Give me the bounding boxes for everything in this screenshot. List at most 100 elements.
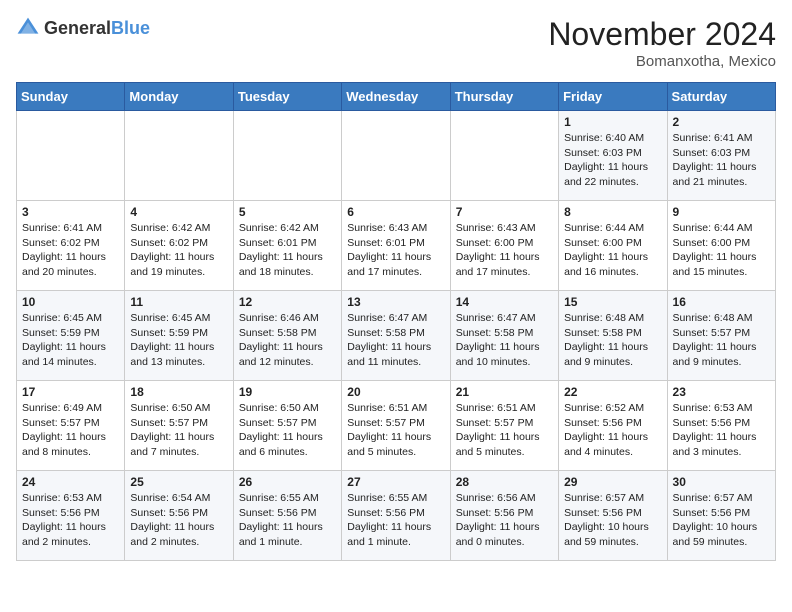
day-number: 9	[673, 205, 770, 219]
day-number: 20	[347, 385, 444, 399]
weekday-header-saturday: Saturday	[667, 83, 775, 111]
day-info: Sunrise: 6:50 AM Sunset: 5:57 PM Dayligh…	[130, 401, 227, 460]
day-info: Sunrise: 6:53 AM Sunset: 5:56 PM Dayligh…	[22, 491, 119, 550]
weekday-header-sunday: Sunday	[17, 83, 125, 111]
calendar-cell: 5Sunrise: 6:42 AM Sunset: 6:01 PM Daylig…	[233, 201, 341, 291]
calendar-cell: 9 Sunrise: 6:44 AM Sunset: 6:00 PM Daylig…	[667, 201, 775, 291]
day-number: 22	[564, 385, 661, 399]
weekday-header-thursday: Thursday	[450, 83, 558, 111]
day-number: 1	[564, 115, 661, 129]
calendar-cell: 15Sunrise: 6:48 AM Sunset: 5:58 PM Dayli…	[559, 291, 667, 381]
calendar-cell	[17, 111, 125, 201]
day-number: 12	[239, 295, 336, 309]
day-number: 23	[673, 385, 770, 399]
day-number: 6	[347, 205, 444, 219]
weekday-header-friday: Friday	[559, 83, 667, 111]
day-info: Sunrise: 6:54 AM Sunset: 5:56 PM Dayligh…	[130, 491, 227, 550]
week-row-1: 1Sunrise: 6:40 AM Sunset: 6:03 PM Daylig…	[17, 111, 776, 201]
day-info: Sunrise: 6:57 AM Sunset: 5:56 PM Dayligh…	[673, 491, 770, 550]
day-number: 17	[22, 385, 119, 399]
calendar-cell	[233, 111, 341, 201]
calendar-cell: 28 Sunrise: 6:56 AM Sunset: 5:56 PM Dayli…	[450, 471, 558, 561]
title-block: November 2024 Bomanxotha, Mexico	[548, 16, 776, 70]
calendar-cell: 14 Sunrise: 6:47 AM Sunset: 5:58 PM Dayli…	[450, 291, 558, 381]
day-info: Sunrise: 6:46 AM Sunset: 5:58 PM Dayligh…	[239, 311, 336, 370]
day-number: 19	[239, 385, 336, 399]
day-number: 29	[564, 475, 661, 489]
logo-icon	[16, 16, 40, 40]
calendar-cell: 21 Sunrise: 6:51 AM Sunset: 5:57 PM Dayli…	[450, 381, 558, 471]
day-info: Sunrise: 6:48 AM Sunset: 5:58 PM Dayligh…	[564, 311, 661, 370]
calendar-cell: 11 Sunrise: 6:45 AM Sunset: 5:59 PM Dayli…	[125, 291, 233, 381]
day-info: Sunrise: 6:55 AM Sunset: 5:56 PM Dayligh…	[239, 491, 336, 550]
day-info: Sunrise: 6:43 AM Sunset: 6:01 PM Dayligh…	[347, 221, 444, 280]
page-header: GeneralBlue November 2024 Bomanxotha, Me…	[16, 16, 776, 70]
day-number: 26	[239, 475, 336, 489]
calendar-cell	[450, 111, 558, 201]
day-number: 30	[673, 475, 770, 489]
day-info: Sunrise: 6:48 AM Sunset: 5:57 PM Dayligh…	[673, 311, 770, 370]
week-row-4: 17 Sunrise: 6:49 AM Sunset: 5:57 PM Dayli…	[17, 381, 776, 471]
calendar-cell: 16 Sunrise: 6:48 AM Sunset: 5:57 PM Dayli…	[667, 291, 775, 381]
calendar-cell: 23 Sunrise: 6:53 AM Sunset: 5:56 PM Dayli…	[667, 381, 775, 471]
weekday-header-monday: Monday	[125, 83, 233, 111]
day-info: Sunrise: 6:47 AM Sunset: 5:58 PM Dayligh…	[456, 311, 553, 370]
calendar-cell	[342, 111, 450, 201]
day-info: Sunrise: 6:44 AM Sunset: 6:00 PM Dayligh…	[673, 221, 770, 280]
day-info: Sunrise: 6:47 AM Sunset: 5:58 PM Dayligh…	[347, 311, 444, 370]
day-number: 13	[347, 295, 444, 309]
calendar-cell: 2 Sunrise: 6:41 AM Sunset: 6:03 PM Daylig…	[667, 111, 775, 201]
calendar-cell: 4Sunrise: 6:42 AM Sunset: 6:02 PM Daylig…	[125, 201, 233, 291]
day-number: 14	[456, 295, 553, 309]
day-number: 28	[456, 475, 553, 489]
calendar-cell: 30 Sunrise: 6:57 AM Sunset: 5:56 PM Dayli…	[667, 471, 775, 561]
calendar-cell: 26 Sunrise: 6:55 AM Sunset: 5:56 PM Dayli…	[233, 471, 341, 561]
weekday-header-wednesday: Wednesday	[342, 83, 450, 111]
logo-general: General	[44, 18, 111, 38]
calendar-cell: 10Sunrise: 6:45 AM Sunset: 5:59 PM Dayli…	[17, 291, 125, 381]
day-info: Sunrise: 6:56 AM Sunset: 5:56 PM Dayligh…	[456, 491, 553, 550]
day-number: 7	[456, 205, 553, 219]
day-number: 21	[456, 385, 553, 399]
day-info: Sunrise: 6:45 AM Sunset: 5:59 PM Dayligh…	[130, 311, 227, 370]
calendar-header: SundayMondayTuesdayWednesdayThursdayFrid…	[17, 83, 776, 111]
day-info: Sunrise: 6:41 AM Sunset: 6:03 PM Dayligh…	[673, 131, 770, 190]
logo: GeneralBlue	[16, 16, 150, 40]
day-number: 24	[22, 475, 119, 489]
day-info: Sunrise: 6:50 AM Sunset: 5:57 PM Dayligh…	[239, 401, 336, 460]
day-number: 8	[564, 205, 661, 219]
week-row-3: 10Sunrise: 6:45 AM Sunset: 5:59 PM Dayli…	[17, 291, 776, 381]
calendar-cell: 13 Sunrise: 6:47 AM Sunset: 5:58 PM Dayli…	[342, 291, 450, 381]
day-info: Sunrise: 6:45 AM Sunset: 5:59 PM Dayligh…	[22, 311, 119, 370]
day-number: 18	[130, 385, 227, 399]
day-number: 16	[673, 295, 770, 309]
day-info: Sunrise: 6:51 AM Sunset: 5:57 PM Dayligh…	[456, 401, 553, 460]
day-number: 3	[22, 205, 119, 219]
calendar-cell: 27Sunrise: 6:55 AM Sunset: 5:56 PM Dayli…	[342, 471, 450, 561]
calendar-cell: 17 Sunrise: 6:49 AM Sunset: 5:57 PM Dayli…	[17, 381, 125, 471]
day-info: Sunrise: 6:53 AM Sunset: 5:56 PM Dayligh…	[673, 401, 770, 460]
day-info: Sunrise: 6:42 AM Sunset: 6:01 PM Dayligh…	[239, 221, 336, 280]
calendar-cell: 22 Sunrise: 6:52 AM Sunset: 5:56 PM Dayli…	[559, 381, 667, 471]
logo-blue: Blue	[111, 18, 150, 38]
calendar-cell: 7 Sunrise: 6:43 AM Sunset: 6:00 PM Daylig…	[450, 201, 558, 291]
calendar-cell: 6 Sunrise: 6:43 AM Sunset: 6:01 PM Daylig…	[342, 201, 450, 291]
day-info: Sunrise: 6:49 AM Sunset: 5:57 PM Dayligh…	[22, 401, 119, 460]
day-info: Sunrise: 6:52 AM Sunset: 5:56 PM Dayligh…	[564, 401, 661, 460]
calendar-table: SundayMondayTuesdayWednesdayThursdayFrid…	[16, 82, 776, 561]
calendar-cell: 1Sunrise: 6:40 AM Sunset: 6:03 PM Daylig…	[559, 111, 667, 201]
calendar-cell: 18 Sunrise: 6:50 AM Sunset: 5:57 PM Dayli…	[125, 381, 233, 471]
day-info: Sunrise: 6:44 AM Sunset: 6:00 PM Dayligh…	[564, 221, 661, 280]
calendar-cell: 25 Sunrise: 6:54 AM Sunset: 5:56 PM Dayli…	[125, 471, 233, 561]
calendar-cell: 29 Sunrise: 6:57 AM Sunset: 5:56 PM Dayli…	[559, 471, 667, 561]
day-info: Sunrise: 6:57 AM Sunset: 5:56 PM Dayligh…	[564, 491, 661, 550]
calendar-cell: 19 Sunrise: 6:50 AM Sunset: 5:57 PM Dayli…	[233, 381, 341, 471]
day-info: Sunrise: 6:51 AM Sunset: 5:57 PM Dayligh…	[347, 401, 444, 460]
day-number: 25	[130, 475, 227, 489]
calendar-cell: 12 Sunrise: 6:46 AM Sunset: 5:58 PM Dayli…	[233, 291, 341, 381]
calendar-cell	[125, 111, 233, 201]
day-info: Sunrise: 6:43 AM Sunset: 6:00 PM Dayligh…	[456, 221, 553, 280]
calendar-cell: 3Sunrise: 6:41 AM Sunset: 6:02 PM Daylig…	[17, 201, 125, 291]
day-number: 11	[130, 295, 227, 309]
day-number: 2	[673, 115, 770, 129]
